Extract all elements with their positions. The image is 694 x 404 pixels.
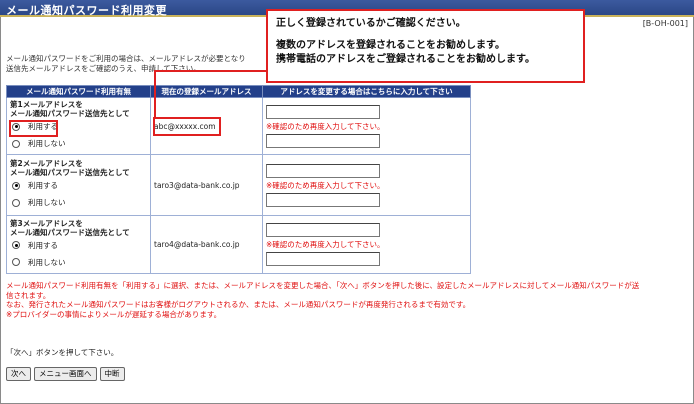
row-2-confirm-note: ※確認のため再度入力して下さい。 bbox=[266, 180, 385, 190]
header-current-address: 現在の登録メールアドレス bbox=[150, 85, 263, 98]
menu-button[interactable]: メニュー画面へ bbox=[34, 367, 97, 381]
row-3-nouse-radio[interactable] bbox=[12, 258, 20, 266]
row-2-nouse-radio[interactable] bbox=[12, 198, 20, 207]
row-3-use-radio[interactable] bbox=[12, 241, 20, 249]
row-2-current-cell: taro3@data-bank.co.jp bbox=[150, 154, 263, 216]
row-2-confirm-input[interactable] bbox=[266, 192, 380, 207]
note-line-2: 信されます。 bbox=[6, 290, 51, 300]
row-3-confirm-note: ※確認のため再度入力して下さい。 bbox=[266, 240, 385, 249]
row-3-nouse-option[interactable]: 利用しない bbox=[12, 254, 147, 271]
intro-text: メール通知パスワードをご利用の場合は、メールアドレスが必要となり 送信先メールア… bbox=[6, 54, 276, 74]
row-3-title-2: メール通知パスワード送信先として bbox=[10, 227, 130, 237]
callout-line-1: 正しく登録されているかご確認ください。 bbox=[276, 18, 466, 29]
callout-line-2: 複数のアドレスを登録されることをお勧めします。 bbox=[276, 40, 505, 51]
row-1-title-2: メール通知パスワード送信先として bbox=[10, 109, 130, 118]
notes: メール通知パスワード利用有無を「利用する」に選択、または、メールアドレスを変更し… bbox=[6, 281, 688, 319]
callout-line-3: 携帯電話のアドレスをご登録されることをお勧めします。 bbox=[276, 54, 535, 65]
row-2-use-radio[interactable] bbox=[12, 181, 20, 190]
row-1-confirm-note: ※確認のため再度入力して下さい。 bbox=[266, 121, 385, 131]
row-2-nouse-label: 利用しない bbox=[28, 198, 66, 207]
row-2-address-input[interactable] bbox=[266, 163, 380, 178]
row-1-current-cell: abc@xxxxx.com bbox=[150, 97, 263, 155]
note-line-4: ※プロバイダーの事情によりメールが遅延する場合があります。 bbox=[6, 309, 222, 319]
row-2-use-label: 利用する bbox=[28, 181, 58, 190]
instruction-text: 「次へ」ボタンを押して下さい。 bbox=[6, 348, 119, 357]
row-1-usage-cell: 第1メールアドレスを メール通知パスワード送信先として 利用する 利用しない bbox=[6, 97, 151, 155]
row-2-usage-cell: 第2メールアドレスを メール通知パスワード送信先として 利用する 利用しない bbox=[6, 154, 151, 216]
row-2-use-option[interactable]: 利用する bbox=[12, 177, 147, 194]
page-title: メール通知パスワード利用変更 bbox=[6, 4, 167, 17]
header-usage: メール通知パスワード利用有無 bbox=[6, 85, 151, 98]
row-1-change-cell: ※確認のため再度入力して下さい。 bbox=[262, 97, 471, 155]
row-2-nouse-option[interactable]: 利用しない bbox=[12, 194, 147, 211]
button-bar: 次へ メニュー画面へ 中断 bbox=[6, 367, 125, 381]
header-change-address: アドレスを変更する場合はこちらに入力して下さい bbox=[262, 85, 471, 98]
row-1-use-option[interactable]: 利用する bbox=[12, 118, 147, 135]
row-3-use-option[interactable]: 利用する bbox=[12, 237, 147, 254]
row-1-use-label: 利用する bbox=[28, 122, 58, 131]
row-1-use-radio[interactable] bbox=[12, 122, 20, 131]
row-1-nouse-option[interactable]: 利用しない bbox=[12, 135, 147, 152]
row-3-current-cell: taro4@data-bank.co.jp bbox=[150, 215, 263, 274]
row-1-nouse-radio[interactable] bbox=[12, 139, 20, 148]
next-button[interactable]: 次へ bbox=[6, 367, 31, 381]
row-1-title-1: 第1メールアドレスを bbox=[10, 100, 83, 109]
row-3-confirm-input[interactable] bbox=[266, 252, 380, 266]
screen-id: [B-OH-001] bbox=[642, 19, 688, 28]
row-1-address-input[interactable] bbox=[266, 104, 380, 119]
row-1-current-address: abc@xxxxx.com bbox=[154, 121, 216, 131]
row-3-nouse-label: 利用しない bbox=[28, 257, 66, 267]
note-line-3: なお、発行されたメール通知パスワードはお客様がログアウトされるか、または、メール… bbox=[6, 300, 471, 309]
note-line-1: メール通知パスワード利用有無を「利用する」に選択、または、メールアドレスを変更し… bbox=[6, 281, 640, 290]
row-3-title-1: 第3メールアドレスを bbox=[10, 218, 83, 228]
intro-line-2: 送信先メールアドレスをご確認のうえ、申請して下さい。 bbox=[6, 64, 201, 73]
row-3-address-input[interactable] bbox=[266, 223, 380, 237]
row-2-title-1: 第2メールアドレスを bbox=[10, 159, 83, 168]
row-3-current-address: taro4@data-bank.co.jp bbox=[154, 240, 240, 249]
row-1-confirm-input[interactable] bbox=[266, 133, 380, 148]
cancel-button[interactable]: 中断 bbox=[99, 367, 125, 381]
row-3-change-cell: ※確認のため再度入力して下さい。 bbox=[262, 215, 471, 274]
callout-box: 正しく登録されているかご確認ください。 複数のアドレスを登録されることをお勧めし… bbox=[266, 9, 585, 83]
row-2-title-2: メール通知パスワード送信先として bbox=[10, 168, 130, 177]
row-1-nouse-label: 利用しない bbox=[28, 139, 66, 148]
email-settings-table: メール通知パスワード利用有無 現在の登録メールアドレス アドレスを変更する場合は… bbox=[6, 85, 471, 274]
row-2-change-cell: ※確認のため再度入力して下さい。 bbox=[262, 154, 471, 216]
row-3-use-label: 利用する bbox=[28, 240, 58, 250]
row-2-current-address: taro3@data-bank.co.jp bbox=[154, 180, 240, 190]
row-3-usage-cell: 第3メールアドレスを メール通知パスワード送信先として 利用する 利用しない bbox=[6, 215, 151, 274]
intro-line-1: メール通知パスワードをご利用の場合は、メールアドレスが必要となり bbox=[6, 54, 246, 63]
